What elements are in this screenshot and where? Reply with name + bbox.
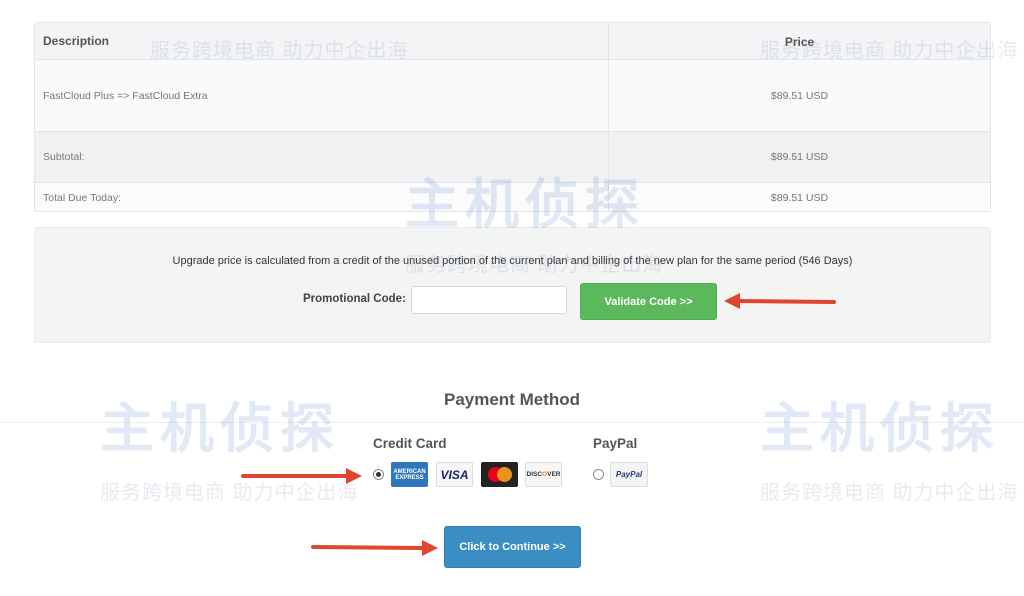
paypal-label: PayPal bbox=[593, 436, 638, 451]
row-price: $89.51 USD bbox=[770, 192, 829, 204]
credit-card-label: Credit Card bbox=[373, 436, 447, 451]
paypal-radio[interactable] bbox=[593, 469, 604, 480]
row-description: Subtotal: bbox=[35, 132, 609, 182]
amex-text-line2: EXPRESS bbox=[395, 474, 424, 481]
table-row: FastCloud Plus => FastCloud Extra $89.51… bbox=[35, 60, 990, 132]
validate-code-button[interactable]: Validate Code >> bbox=[580, 283, 717, 320]
payment-method-title: Payment Method bbox=[443, 390, 581, 409]
visa-card-icon: VISA bbox=[436, 462, 473, 487]
promo-code-label: Promotional Code: bbox=[303, 293, 406, 305]
continue-button[interactable]: Click to Continue >> bbox=[444, 526, 581, 568]
arrow-to-continue-icon bbox=[311, 540, 438, 556]
credit-card-radio[interactable] bbox=[373, 469, 384, 480]
row-price: $89.51 USD bbox=[770, 151, 829, 163]
table-header-row: Description Price bbox=[35, 23, 990, 60]
column-header-description: Description bbox=[35, 23, 609, 59]
arrow-to-credit-card-icon bbox=[241, 468, 362, 484]
paypal-icon: PayPal bbox=[610, 462, 648, 487]
column-header-price: Price bbox=[784, 35, 815, 49]
amex-card-icon: AMERICAN EXPRESS bbox=[391, 462, 428, 487]
order-summary-table: Description Price FastCloud Plus => Fast… bbox=[34, 22, 991, 212]
table-row: Total Due Today: $89.51 USD bbox=[35, 183, 990, 211]
promo-code-panel: Upgrade price is calculated from a credi… bbox=[34, 227, 991, 343]
discover-text-start: DISC bbox=[526, 471, 543, 478]
watermark-tagline: 服务跨境电商 助力中企出海 bbox=[760, 482, 1019, 504]
promo-code-input[interactable] bbox=[411, 286, 567, 314]
mastercard-orange-circle bbox=[496, 467, 512, 482]
table-row: Subtotal: $89.51 USD bbox=[35, 132, 990, 183]
upgrade-price-note: Upgrade price is calculated from a credi… bbox=[172, 255, 853, 267]
arrow-to-validate-icon bbox=[724, 293, 836, 309]
discover-card-icon: DISC O VER bbox=[525, 462, 562, 487]
row-description: Total Due Today: bbox=[35, 183, 609, 211]
discover-text-end: VER bbox=[547, 471, 561, 478]
row-price: $89.51 USD bbox=[770, 89, 829, 102]
row-description: FastCloud Plus => FastCloud Extra bbox=[35, 60, 609, 131]
payment-divider bbox=[0, 422, 1024, 423]
mastercard-icon bbox=[481, 462, 518, 487]
